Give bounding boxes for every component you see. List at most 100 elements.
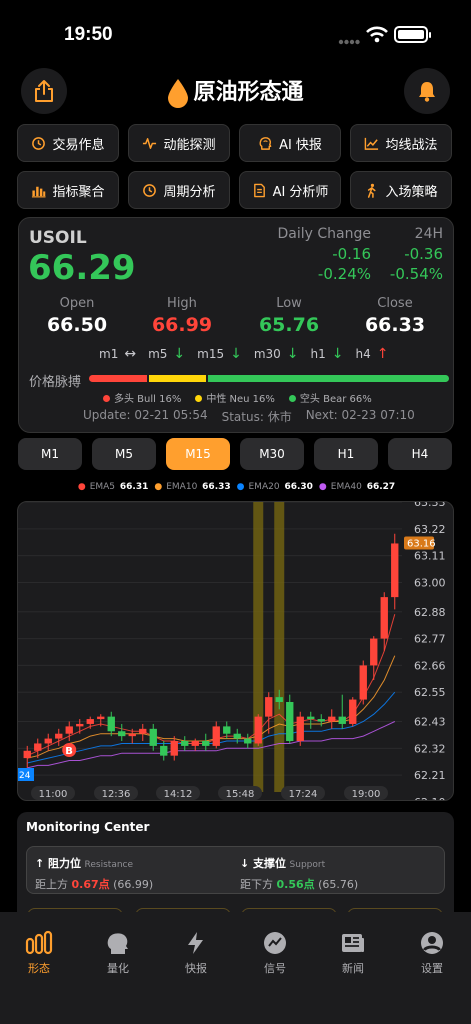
tab-bar-label: 设置 xyxy=(421,962,443,975)
pulse-bear-segment xyxy=(208,375,449,382)
feature-button-3[interactable]: AI 快报 xyxy=(239,124,341,162)
candle-body xyxy=(23,750,31,759)
pulse-bull-segment xyxy=(89,375,147,382)
candle-body xyxy=(191,741,199,746)
brain-head-icon xyxy=(107,933,128,954)
tab-bar-item-2[interactable]: 量化 xyxy=(79,930,157,976)
timeframe-trend-row: m1 ↔ m5 ↓ m15 ↓ m30 ↓ h1 ↓ h4 ↑ xyxy=(99,346,395,362)
trend-timeframe: m30 xyxy=(253,347,281,361)
trend-timeframe: m15 xyxy=(197,347,225,361)
open-label: Open xyxy=(59,296,95,311)
y-tick-label: 62.32 xyxy=(414,742,446,755)
candle-body xyxy=(328,716,336,722)
current-price: 66.29 xyxy=(28,248,136,288)
feature-button-6[interactable]: 周期分析 xyxy=(128,171,230,209)
tab-bar-label: 新闻 xyxy=(342,962,364,975)
feature-button-label: AI 分析师 xyxy=(272,184,329,200)
support-resistance-box[interactable]: ↑ 阻力位 Resistance 距上方 0.67点 (66.99) ↓ 支撑位… xyxy=(26,846,445,894)
candle-body xyxy=(391,543,399,598)
ema20-line xyxy=(27,691,396,764)
candlestick-chart[interactable]: 63.33 63.22 63.11 63.00 62.88 62.77 62.66 62.55… xyxy=(17,501,454,801)
feature-button-label: 入场策略 xyxy=(385,184,438,200)
tab-bar-label: 形态 xyxy=(28,962,50,975)
tab-bar-item-1[interactable]: 形态 xyxy=(0,930,78,976)
y-tick-label: 62.21 xyxy=(414,769,446,782)
high-stat: High 66.99 xyxy=(132,296,232,336)
last-price-tag-label: 63.16 xyxy=(407,538,436,549)
y-tick-label: 62.10 xyxy=(414,796,446,801)
ema-legend-item: ● EMA20 66.30 xyxy=(236,482,313,492)
ema-legend: ● EMA5 66.31 ● EMA10 66.33 ● EMA20 66.30 ● EMA4… xyxy=(0,482,471,492)
pulse-neutral-segment xyxy=(148,375,207,382)
clock-history-icon xyxy=(32,136,46,150)
tab-timeframe-h1[interactable]: H1 xyxy=(314,438,378,470)
app-title: 原油形态通 xyxy=(0,74,471,108)
tab-bar-item-3[interactable]: 快报 xyxy=(157,930,235,976)
line-chart-icon xyxy=(365,137,379,150)
x-tick-label: 14:12 xyxy=(164,789,193,800)
close-label: Close xyxy=(377,296,413,311)
close-stat: Close 66.33 xyxy=(345,296,445,336)
feature-button-label: 交易作息 xyxy=(52,137,105,153)
candle-body xyxy=(212,726,220,746)
notifications-button[interactable] xyxy=(404,68,450,114)
resistance-distance: 0.67点 xyxy=(71,878,110,891)
tab-bar-label: 信号 xyxy=(264,962,286,975)
y-tick-label: 62.43 xyxy=(414,716,446,729)
high-label: High xyxy=(167,296,197,311)
candle-body xyxy=(275,697,283,702)
candle-body xyxy=(76,723,84,727)
support-info: ↓ 支撑位 Support 距下方 0.56点 (65.76) xyxy=(240,855,358,892)
resistance-level: (66.99) xyxy=(113,878,154,891)
daily-change-label: Daily Change xyxy=(277,226,371,242)
daily-change-abs: -0.16 xyxy=(332,245,371,263)
feature-button-7[interactable]: AI 分析师 xyxy=(239,171,341,209)
close-value: 66.33 xyxy=(364,314,426,336)
h24-change-abs: -0.36 xyxy=(404,245,443,263)
ema5-line xyxy=(27,614,396,757)
clock-history-icon xyxy=(143,183,157,197)
feature-button-label: 均线战法 xyxy=(385,137,438,153)
tab-bar: 形态 量化 快报 信号 新闻 设置 xyxy=(0,912,471,1024)
document-icon xyxy=(253,183,265,197)
resistance-title: ↑ 阻力位 xyxy=(35,857,82,870)
tab-bar-item-4[interactable]: 信号 xyxy=(236,930,314,976)
tab-bar-item-6[interactable]: 设置 xyxy=(393,930,471,976)
feature-button-5[interactable]: 指标聚合 xyxy=(17,171,119,209)
tab-timeframe-m1[interactable]: M1 xyxy=(18,438,82,470)
tab-timeframe-h4[interactable]: H4 xyxy=(388,438,452,470)
candle-body xyxy=(244,738,252,744)
trend-timeframe: m5 xyxy=(148,347,168,361)
legend-neutral: 中性 Neu 16% xyxy=(195,390,275,405)
trend-timeframe: h1 xyxy=(310,347,326,361)
low-label: Low xyxy=(276,296,302,311)
tab-timeframe-m30[interactable]: M30 xyxy=(240,438,304,470)
trend-arrow-icon: ↑ xyxy=(376,346,389,362)
tab-timeframe-m5[interactable]: M5 xyxy=(92,438,156,470)
tab-bar-item-5[interactable]: 新闻 xyxy=(314,930,392,976)
pulse-icon xyxy=(143,137,157,149)
candle-body xyxy=(170,741,178,756)
bell-icon xyxy=(419,82,435,102)
chart-canvas[interactable]: 63.33 63.22 63.11 63.00 62.88 62.77 62.66 62.55… xyxy=(18,502,454,801)
tab-bar-label: 量化 xyxy=(107,962,129,975)
update-info: Update: 02-21 05:54 Status: 休市 Next: 02-… xyxy=(83,408,415,425)
x-tick-label: 19:00 xyxy=(352,789,381,800)
support-title: ↓ 支撑位 xyxy=(240,857,287,870)
x-tick-label: 17:24 xyxy=(289,789,318,800)
feature-button-4[interactable]: 均线战法 xyxy=(350,124,452,162)
trend-arrow-icon: ↓ xyxy=(286,346,299,362)
tab-timeframe-m15[interactable]: M15 xyxy=(166,438,230,470)
candle-body xyxy=(338,716,346,724)
ema-legend-item: ● EMA10 66.33 xyxy=(154,482,231,492)
candle-body xyxy=(34,743,42,751)
feature-button-2[interactable]: 动能探测 xyxy=(128,124,230,162)
open-stat: Open 66.50 xyxy=(27,296,127,336)
low-stat: Low 65.76 xyxy=(239,296,339,336)
feature-button-8[interactable]: 入场策略 xyxy=(350,171,452,209)
y-tick-label: 62.55 xyxy=(414,686,446,699)
candle-body xyxy=(286,702,294,742)
buy-marker-label: B xyxy=(65,746,73,757)
feature-button-1[interactable]: 交易作息 xyxy=(17,124,119,162)
y-tick-label: 63.33 xyxy=(414,502,446,509)
